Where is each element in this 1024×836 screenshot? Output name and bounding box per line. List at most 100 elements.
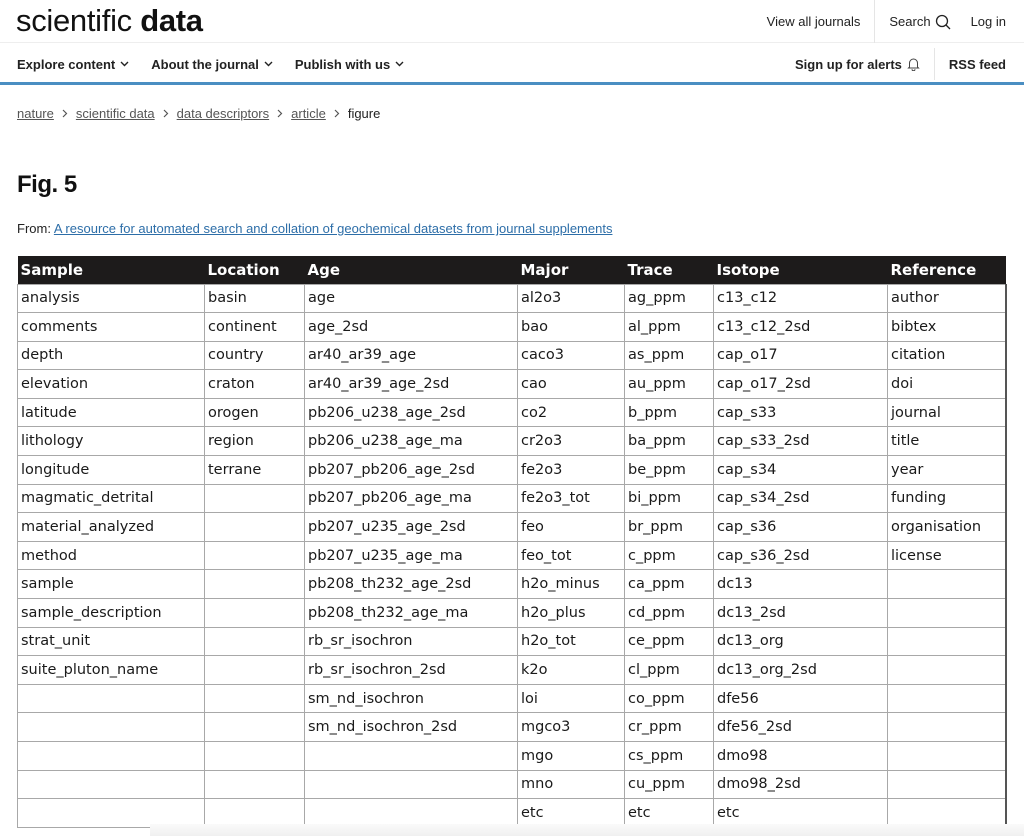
table-row: magmatic_detrital pb207_pb206_age_ma fe2o3…: [17, 483, 1007, 514]
cell-sample: [17, 798, 205, 828]
nav-about-journal[interactable]: About the journal: [151, 57, 273, 72]
table-row: lithology region pb206_u238_age_ma cr2o3 ba_…: [17, 426, 1007, 457]
table-row: sample pb208_th232_age_2sd h2o_minus ca_ppm…: [17, 569, 1007, 600]
nav-about-journal-label: About the journal: [151, 56, 259, 72]
cell-sample: suite_pluton_name: [17, 655, 205, 685]
cell-age: pb208_th232_age_2sd: [304, 569, 518, 600]
cell-trace: cl_ppm: [624, 655, 714, 685]
breadcrumb: nature scientific data data descriptors …: [17, 106, 380, 121]
breadcrumb-scientific-data[interactable]: scientific data: [76, 106, 155, 121]
cell-major: loi: [517, 683, 625, 714]
cell-trace: cr_ppm: [624, 712, 714, 742]
nav-right: Sign up for alerts RSS feed: [781, 43, 1024, 85]
column-header-trace: Trace: [624, 256, 714, 284]
top-header: scientific data View all journals Search…: [0, 0, 1024, 43]
chevron-right-icon: [62, 109, 68, 118]
chevron-right-icon: [163, 109, 169, 118]
cell-reference: year: [887, 455, 1007, 485]
cell-location: [204, 741, 305, 771]
table-row: comments continent age_2sd bao al_ppm c13_c12…: [17, 312, 1007, 342]
cell-major: h2o_tot: [517, 626, 625, 657]
cell-sample: lithology: [17, 426, 205, 457]
cell-location: [204, 598, 305, 628]
chevron-down-icon: [395, 61, 404, 67]
nav-publish-with-us[interactable]: Publish with us: [295, 57, 404, 72]
cell-reference: citation: [887, 340, 1007, 371]
table-row: mgo cs_ppm dmo98: [17, 741, 1007, 771]
cell-trace: ce_ppm: [624, 626, 714, 657]
cell-isotope: cap_o17: [713, 340, 888, 371]
cell-age: sm_nd_isochron: [304, 683, 518, 714]
cell-location: country: [204, 340, 305, 371]
cell-age: pb207_u235_age_2sd: [304, 512, 518, 542]
cell-sample: magmatic_detrital: [17, 483, 205, 514]
cell-location: [204, 569, 305, 600]
cell-location: [204, 626, 305, 657]
cell-location: [204, 712, 305, 742]
cell-trace: co_ppm: [624, 683, 714, 714]
sign-up-alerts-button[interactable]: Sign up for alerts: [781, 48, 934, 80]
column-header-sample: Sample: [17, 256, 205, 284]
cell-sample: [17, 741, 205, 771]
source-article-link[interactable]: A resource for automated search and coll…: [54, 221, 613, 236]
cell-age: age: [304, 283, 518, 314]
cell-location: craton: [204, 369, 305, 399]
table-row: etc etc etc: [17, 798, 1007, 828]
view-all-journals-link[interactable]: View all journals: [753, 0, 875, 43]
breadcrumb-article[interactable]: article: [291, 106, 326, 121]
cell-sample: material_analyzed: [17, 512, 205, 542]
cell-reference: [887, 683, 1007, 714]
cell-trace: bi_ppm: [624, 483, 714, 514]
top-links: View all journals Search Log in: [753, 0, 1024, 43]
breadcrumb-data-descriptors[interactable]: data descriptors: [177, 106, 270, 121]
cell-trace: cu_ppm: [624, 769, 714, 800]
cell-major: feo: [517, 512, 625, 542]
cell-age: pb208_th232_age_ma: [304, 598, 518, 628]
table-row: latitude orogen pb206_u238_age_2sd co2 b_ppm…: [17, 397, 1007, 428]
cell-isotope: dc13_org: [713, 626, 888, 657]
cell-isotope: dfe56_2sd: [713, 712, 888, 742]
cell-trace: al_ppm: [624, 312, 714, 342]
figure-title: Fig. 5: [17, 171, 77, 198]
cell-reference: [887, 769, 1007, 800]
cell-trace: ba_ppm: [624, 426, 714, 457]
cell-reference: [887, 712, 1007, 742]
table-row: material_analyzed pb207_u235_age_2sd feo br…: [17, 512, 1007, 542]
cell-location: continent: [204, 312, 305, 342]
cell-major: h2o_plus: [517, 598, 625, 628]
rss-feed-link[interactable]: RSS feed: [933, 48, 1024, 80]
cell-trace: be_ppm: [624, 455, 714, 485]
table-row: sample_description pb208_th232_age_ma h2o_…: [17, 598, 1007, 628]
breadcrumb-figure: figure: [347, 106, 381, 121]
cell-reference: [887, 626, 1007, 657]
table-body: analysis basin age al2o3 ag_ppm c13_c12 author…: [17, 283, 1007, 828]
main-nav: Explore content About the journal Publis…: [0, 43, 1024, 85]
sign-up-alerts-label: Sign up for alerts: [795, 56, 902, 72]
cell-major: caco3: [517, 340, 625, 371]
cell-sample: comments: [17, 312, 205, 342]
cell-sample: sample: [17, 569, 205, 600]
chevron-right-icon: [277, 109, 283, 118]
cell-sample: longitude: [17, 455, 205, 485]
cell-sample: [17, 769, 205, 800]
table-row: longitude terrane pb207_pb206_age_2sd fe2o3…: [17, 455, 1007, 485]
cell-reference: [887, 798, 1007, 828]
search-icon: [935, 14, 951, 30]
cell-major: mno: [517, 769, 625, 800]
nav-explore-content[interactable]: Explore content: [17, 57, 129, 72]
cell-isotope: cap_s36: [713, 512, 888, 542]
journal-logo[interactable]: scientific data: [16, 3, 203, 39]
cell-major: etc: [517, 798, 625, 828]
nav-publish-with-us-label: Publish with us: [294, 56, 391, 72]
table-row: sm_nd_isochron_2sd mgco3 cr_ppm dfe56_2sd: [17, 712, 1007, 742]
log-in-link[interactable]: Log in: [965, 0, 1024, 43]
view-all-journals-label: View all journals: [766, 14, 861, 29]
cell-age: [304, 769, 518, 800]
cell-sample: [17, 683, 205, 714]
cell-reference: [887, 598, 1007, 628]
cell-trace: ag_ppm: [624, 283, 714, 314]
cell-trace: b_ppm: [624, 397, 714, 428]
breadcrumb-nature[interactable]: nature: [17, 106, 54, 121]
cell-reference: doi: [887, 369, 1007, 399]
search-button[interactable]: Search: [874, 0, 964, 43]
